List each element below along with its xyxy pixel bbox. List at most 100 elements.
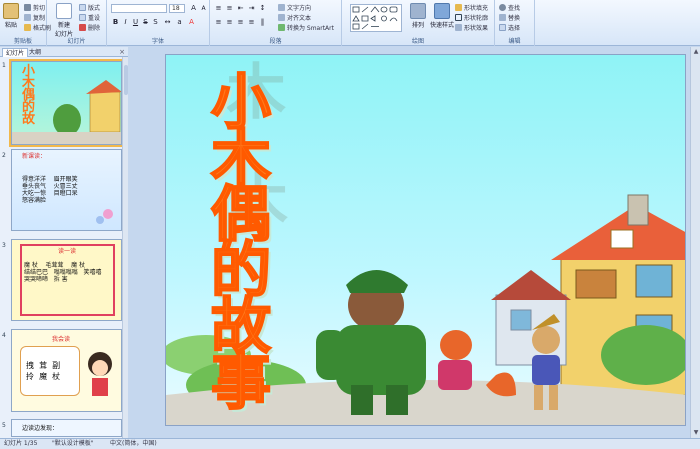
thumb5-text: 边读边发现： — [22, 425, 59, 432]
slide-thumbnail-5[interactable]: 边读边发现： — [11, 419, 122, 437]
find-button[interactable]: 查找 — [499, 3, 520, 12]
bullets-icon[interactable]: ≡ — [214, 4, 223, 13]
title-char: 的 — [210, 236, 272, 306]
align-left-icon[interactable]: ≡ — [214, 18, 223, 27]
arrange-icon — [410, 3, 426, 19]
clipboard-label: 剪贴板 — [13, 38, 32, 45]
shapes-gallery-icon — [352, 6, 398, 30]
slides-group: 新建 幻灯片 版式 重设 删除 幻灯片 — [47, 0, 107, 46]
brush-icon — [24, 24, 31, 31]
panel-scrollbar[interactable] — [122, 57, 128, 438]
align-text-button[interactable]: 对齐文本 — [278, 13, 311, 22]
drawing-label: 绘图 — [411, 38, 424, 45]
layout-icon — [79, 4, 86, 11]
new-slide-button[interactable]: 新建 幻灯片 — [55, 3, 73, 38]
font-label: 字体 — [151, 38, 164, 45]
line-spacing-icon[interactable]: ↕ — [258, 4, 267, 13]
align-text-icon — [278, 14, 285, 21]
slide-thumbnail-1[interactable]: 小木偶的故 — [9, 59, 124, 147]
layout-button[interactable]: 版式 — [79, 3, 100, 12]
decrease-indent-icon[interactable]: ⇤ — [236, 4, 245, 13]
bold-icon[interactable]: B — [111, 18, 120, 27]
smartart-button[interactable]: 转换为 SmartArt — [278, 23, 334, 32]
shape-effects-button[interactable]: 形状效果 — [455, 23, 488, 32]
numbering-icon[interactable]: ≡ — [225, 4, 234, 13]
workspace-scrollbar[interactable]: ▲ ▼ — [690, 47, 700, 438]
quick-styles-button[interactable]: 快速样式 — [430, 3, 454, 29]
underline-icon[interactable]: U — [131, 18, 140, 27]
scroll-up-icon[interactable]: ▲ — [692, 48, 700, 56]
outline-icon — [455, 14, 462, 21]
grow-font-icon[interactable]: A — [189, 4, 198, 13]
slides-label: 幻灯片 — [67, 38, 86, 45]
reset-button[interactable]: 重设 — [79, 13, 100, 22]
arrange-button[interactable]: 排列 — [410, 3, 426, 29]
reset-icon — [79, 14, 86, 21]
tab-slides[interactable]: 幻灯片 — [2, 48, 29, 57]
scroll-down-icon[interactable]: ▼ — [692, 429, 700, 437]
align-center-icon[interactable]: ≡ — [225, 18, 234, 27]
slide-thumbnail-3[interactable]: 读一读 魔 杖 毛茸茸 魔 杖 结结巴巴 嗡嗡嗡嗡 笑嘻嘻 哭哭啼啼 拆 害 — [11, 239, 122, 321]
tab-outline[interactable]: 大纲 — [26, 48, 44, 57]
slide-title[interactable]: 小 木 偶 的 故 事 — [196, 72, 286, 418]
slide-count: 幻灯片 1/35 — [4, 440, 38, 447]
char-spacing-icon[interactable]: ↔ — [163, 18, 172, 27]
thumb-number: 4 — [2, 332, 6, 339]
close-panel-icon[interactable]: × — [119, 48, 125, 56]
replace-icon — [499, 14, 506, 21]
scissors-icon — [24, 4, 31, 11]
select-button[interactable]: 选择 — [499, 23, 520, 32]
text-direction-button[interactable]: 文字方向 — [278, 3, 311, 12]
align-right-icon[interactable]: ≡ — [236, 18, 245, 27]
panel-tabs: 幻灯片 大纲 × — [0, 47, 128, 57]
italic-icon[interactable]: I — [121, 18, 130, 27]
replace-button[interactable]: 替换 — [499, 13, 520, 22]
fill-icon — [455, 4, 462, 11]
find-icon — [499, 4, 506, 11]
thumb-number: 3 — [2, 242, 6, 249]
thumb1-illustration — [12, 80, 121, 144]
new-slide-icon — [56, 3, 72, 19]
paste-button[interactable]: 粘贴 — [3, 3, 19, 29]
font-color-icon[interactable]: A — [187, 18, 196, 27]
strikethrough-icon[interactable]: S — [141, 18, 150, 27]
thumb-number: 5 — [2, 422, 6, 429]
columns-icon[interactable]: ‖ — [258, 18, 267, 27]
font-group: 18 A A B I U S S ↔ a A 字体 — [107, 0, 210, 46]
slide-canvas[interactable]: 木 木 小 木 偶 的 故 事 — [165, 54, 686, 426]
effects-icon — [455, 24, 462, 31]
justify-icon[interactable]: ≡ — [247, 18, 256, 27]
slide-thumbnail-panel: 1 小木偶的故 2 新课读： 得意洋洋 眉开眼笑 垂头丧气 火冒三丈 大吃一惊 … — [0, 57, 128, 438]
drawing-group: 排列 快速样式 形状填充 形状轮廓 形状效果 绘图 — [342, 0, 495, 46]
font-name-combo[interactable] — [111, 4, 167, 13]
cut-button[interactable]: 剪切 — [24, 3, 45, 12]
title-char: 木 — [210, 124, 272, 194]
panel-scroll-thumb[interactable] — [124, 65, 128, 95]
paragraph-label: 段落 — [269, 38, 282, 45]
slide-workspace: 木 木 小 木 偶 的 故 事 ▲ ▼ — [131, 47, 700, 438]
shape-outline-button[interactable]: 形状轮廓 — [455, 13, 488, 22]
shape-fill-button[interactable]: 形状填充 — [455, 3, 488, 12]
copy-button[interactable]: 复制 — [24, 13, 45, 22]
title-char: 偶 — [210, 180, 272, 250]
thumb4-girl — [88, 352, 112, 396]
paragraph-group: ≡ ≡ ⇤ ⇥ ↕ ≡ ≡ ≡ ≡ ‖ 文字方向 对齐文本 转换为 SmartA… — [210, 0, 342, 46]
thumb3-title: 读一读 — [58, 248, 77, 255]
clipboard-group: 粘贴 剪切 复制 格式刷 剪贴板 — [0, 0, 51, 46]
shapes-gallery[interactable] — [350, 4, 402, 32]
font-size-combo[interactable]: 18 — [169, 4, 185, 13]
quick-styles-icon — [434, 3, 450, 19]
language-status: 中文(简体，中国) — [110, 440, 157, 447]
theme-name: "默认设计模板" — [52, 440, 94, 447]
thumb-number: 1 — [2, 62, 6, 69]
slide-thumbnail-4[interactable]: 我会读 拽 茸 副 拎 魔 杖 — [11, 329, 122, 412]
shadow-icon[interactable]: S — [151, 18, 160, 27]
thumb2-flowers — [96, 209, 113, 224]
change-case-icon[interactable]: a — [175, 18, 184, 27]
title-char: 事 — [210, 348, 272, 418]
delete-slide-button[interactable]: 删除 — [79, 23, 100, 32]
increase-indent-icon[interactable]: ⇥ — [247, 4, 256, 13]
slide-thumbnail-2[interactable]: 新课读： 得意洋洋 眉开眼笑 垂头丧气 火冒三丈 大吃一惊 目瞪口呆 怒容满脸 — [11, 149, 122, 231]
thumb3-text: 魔 杖 毛茸茸 魔 杖 结结巴巴 嗡嗡嗡嗡 笑嘻嘻 哭哭啼啼 拆 害 — [24, 262, 102, 283]
shrink-font-icon[interactable]: A — [199, 4, 208, 13]
